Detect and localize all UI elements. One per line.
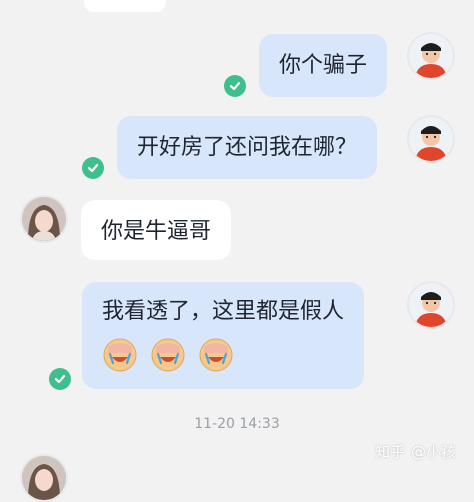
message-bubble-self[interactable]: 你个骗子 [259,34,388,97]
zhihu-watermark: 知乎 @小孩 [375,441,456,462]
facepalm-cry-emoji [103,338,137,372]
emoji-row [102,337,344,373]
message-text: 我看透了，这里都是假人 [102,299,345,324]
contact-avatar[interactable] [20,195,68,243]
sent-check-icon [49,368,71,390]
chat-timestamp: 11-20 14:33 [194,416,280,432]
contact-avatar[interactable] [20,454,68,502]
message-text: 开好房了还问我在哪？ [137,135,358,160]
sent-check-icon [224,75,246,97]
avatar-figure-icon [409,283,453,327]
message-text: 你是牛逼哥 [101,219,212,244]
facepalm-cry-emoji [199,338,233,372]
message-bubble-contact[interactable]: 你是牛逼哥 [81,200,232,260]
previous-message-bubble [84,0,166,12]
sent-check-icon [82,157,104,179]
message-text: 你个骗子 [279,53,368,78]
message-bubble-self[interactable]: 我看透了，这里都是假人 [82,282,365,389]
avatar-portrait-icon [22,456,66,500]
avatar-figure-icon [409,117,453,161]
self-avatar[interactable] [407,281,455,329]
avatar-figure-icon [409,34,453,78]
self-avatar[interactable] [407,115,455,163]
avatar-portrait-icon [22,197,66,241]
self-avatar[interactable] [407,32,455,80]
watermark-user: @小孩 [410,443,456,461]
watermark-site: 知乎 [374,443,405,461]
message-bubble-self[interactable]: 开好房了还问我在哪？ [117,116,378,179]
facepalm-cry-emoji [151,338,185,372]
